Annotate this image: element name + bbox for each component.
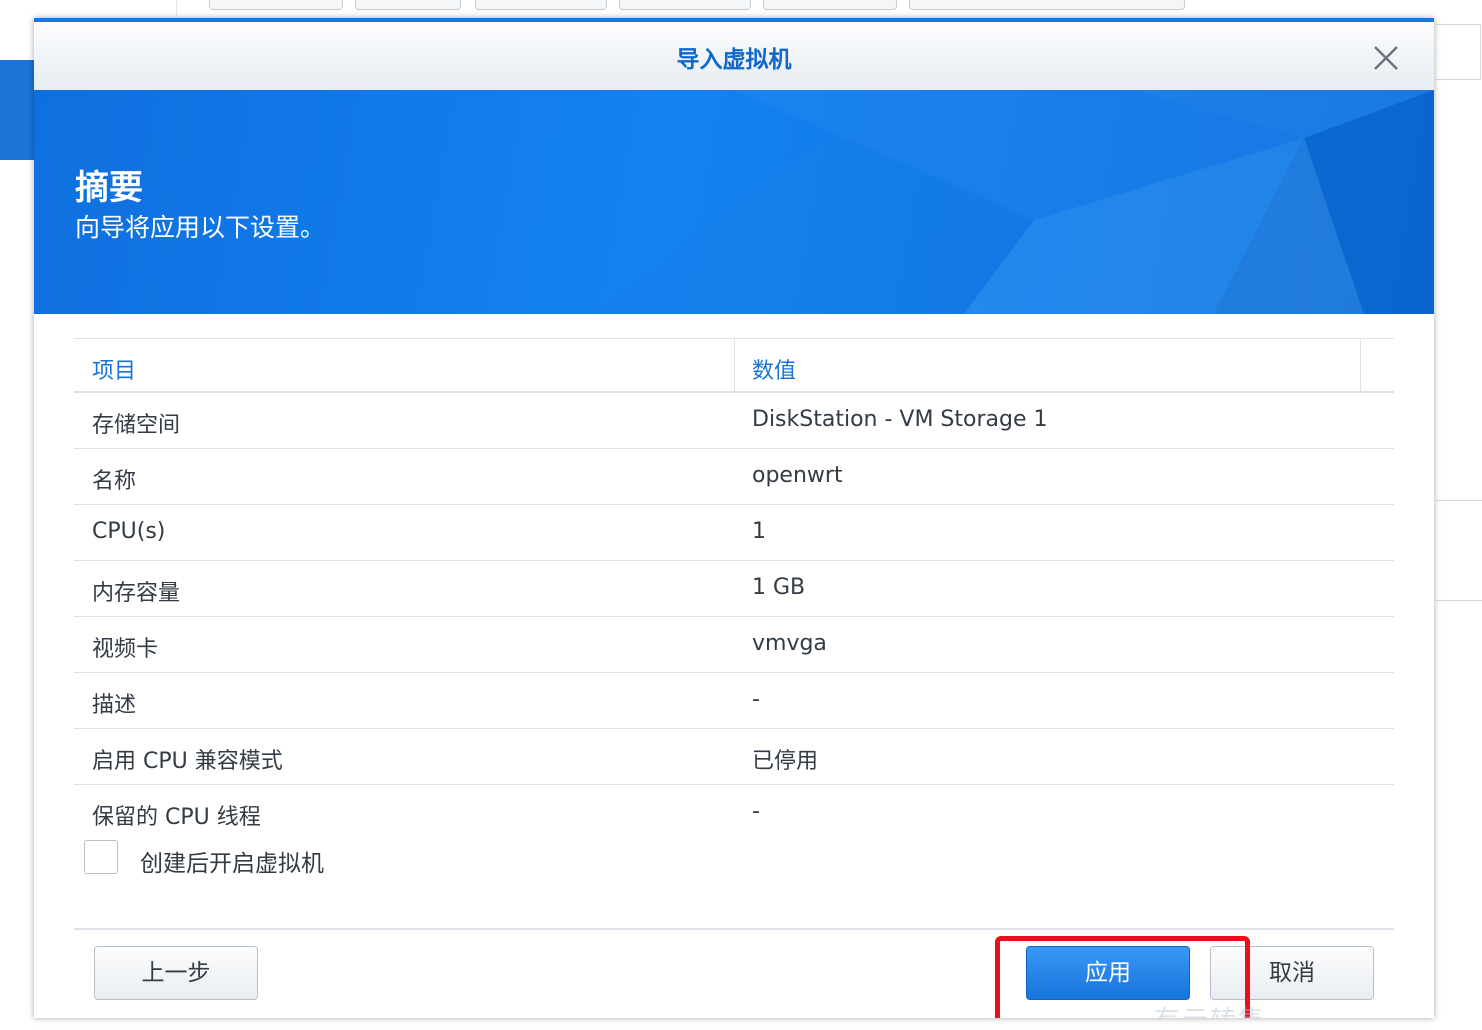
table-row: 启用 CPU 兼容模式 已停用: [74, 729, 1394, 785]
row-item: CPU(s): [92, 519, 166, 544]
power-on-label: 创建后开启虚拟机: [140, 851, 324, 877]
cancel-button[interactable]: 取消: [1210, 946, 1374, 1000]
banner-title: 摘要: [75, 168, 143, 208]
row-value: DiskStation - VM Storage 1: [752, 407, 1048, 432]
row-item: 视频卡: [92, 637, 159, 662]
power-on-checkbox[interactable]: [84, 840, 118, 874]
row-item: 名称: [92, 469, 137, 494]
table-row: 视频卡 vmvga: [74, 617, 1394, 673]
footer-divider: [74, 928, 1394, 930]
background-button: [619, 0, 751, 10]
row-item: 内存容量: [92, 581, 181, 606]
wizard-banner: 摘要 向导将应用以下设置。: [34, 90, 1434, 314]
apply-button[interactable]: 应用: [1026, 946, 1190, 1000]
row-item: 启用 CPU 兼容模式: [92, 749, 283, 774]
background-button: [209, 0, 343, 10]
row-value: 1: [752, 519, 766, 544]
table-row: 存储空间 DiskStation - VM Storage 1: [74, 393, 1394, 449]
banner-decoration: [594, 90, 1434, 314]
background-button: [475, 0, 607, 10]
row-item: 存储空间: [92, 413, 181, 438]
banner-subtitle: 向导将应用以下设置。: [75, 213, 326, 242]
row-value: -: [752, 799, 760, 824]
background-panel: [1436, 24, 1482, 601]
row-value: openwrt: [752, 463, 843, 488]
row-value: 1 GB: [752, 575, 806, 600]
background-button: [909, 0, 1185, 10]
watermark: 有云转售: [1154, 1000, 1266, 1018]
table-header: 项目 数值: [74, 338, 1394, 393]
row-item: 描述: [92, 693, 137, 718]
table-row: 内存容量 1 GB: [74, 561, 1394, 617]
previous-button[interactable]: 上一步: [94, 946, 258, 1000]
row-value: 已停用: [752, 749, 819, 774]
dialog-title: 导入虚拟机: [676, 47, 792, 73]
dialog-titlebar: 导入虚拟机: [34, 18, 1434, 90]
table-row: 保留的 CPU 线程 -: [74, 785, 1394, 826]
table-row: 名称 openwrt: [74, 449, 1394, 505]
column-header-value[interactable]: 数值: [752, 353, 796, 385]
close-icon[interactable]: [1372, 44, 1400, 72]
summary-table: 项目 数值 存储空间 DiskStation - VM Storage 1 名称…: [74, 338, 1394, 826]
background-button: [763, 0, 897, 10]
background-toolbar: [176, 0, 1482, 16]
table-row: 描述 -: [74, 673, 1394, 729]
background-button: [355, 0, 461, 10]
row-value: vmvga: [752, 631, 827, 656]
column-header-item[interactable]: 项目: [92, 353, 136, 385]
row-value: -: [752, 687, 760, 712]
background-sidebar-selected: [0, 60, 36, 160]
import-vm-dialog: 导入虚拟机 摘要 向导将应用以下设置。 项目 数值 存储空间 DiskStati…: [34, 18, 1434, 1018]
row-item: 保留的 CPU 线程: [92, 805, 261, 826]
table-row: CPU(s) 1: [74, 505, 1394, 561]
